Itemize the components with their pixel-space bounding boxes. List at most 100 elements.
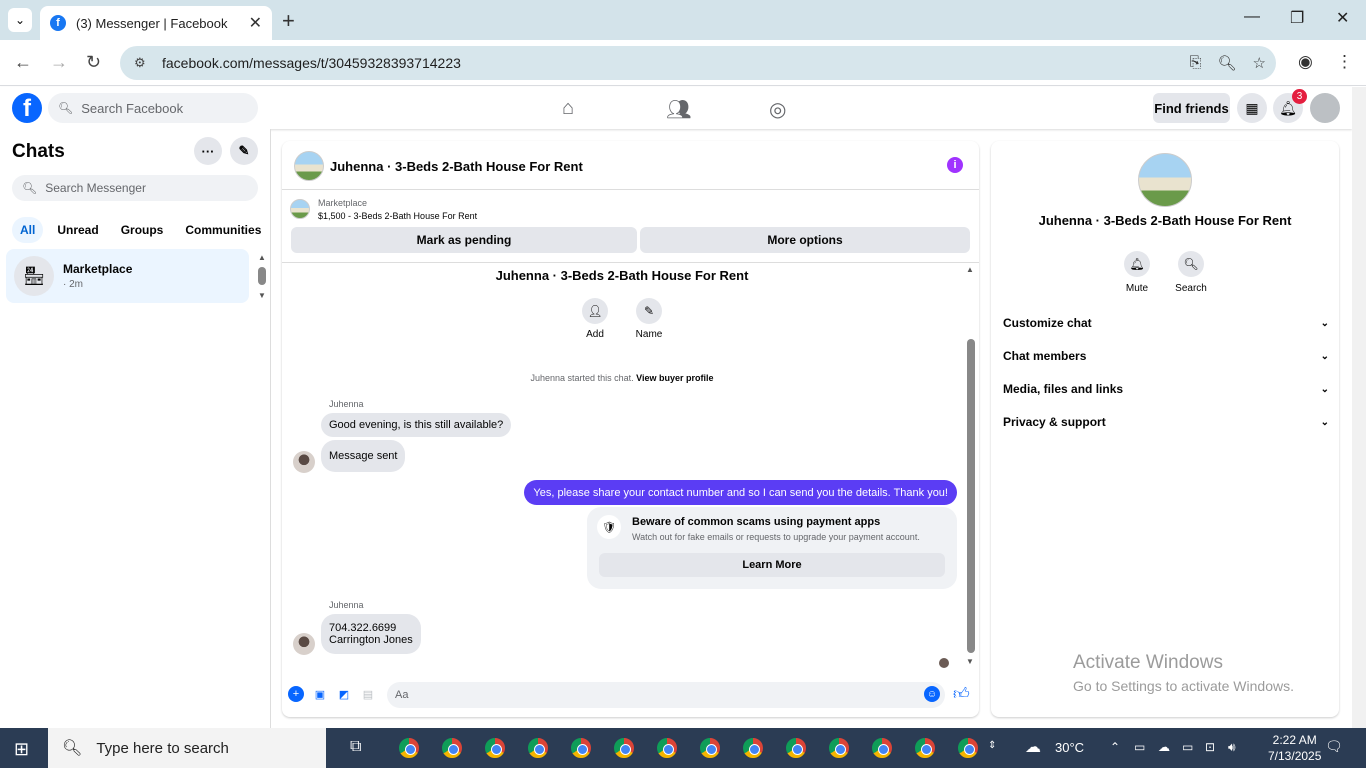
- chrome-taskbar-icon[interactable]: [785, 737, 807, 759]
- chat-title[interactable]: Juhenna · 3-Beds 2-Bath House For Rent: [330, 159, 583, 174]
- find-friends-button[interactable]: Find friends: [1153, 93, 1230, 123]
- close-window-button[interactable]: ✕: [1336, 8, 1349, 28]
- mute-action[interactable]: 🔔︎ Mute: [1112, 251, 1162, 294]
- taskbar-search-input[interactable]: 🔍︎ Type here to search: [48, 728, 326, 768]
- more-options-button[interactable]: More options: [640, 227, 970, 253]
- onedrive-icon[interactable]: ☁: [1158, 740, 1170, 754]
- filter-groups[interactable]: Groups: [113, 217, 172, 243]
- listing-description[interactable]: $1,500 - 3-Beds 2-Bath House For Rent: [318, 211, 477, 221]
- volume-icon[interactable]: 🔊︎: [1228, 740, 1236, 755]
- filter-communities[interactable]: Communities: [177, 217, 269, 243]
- incoming-message[interactable]: Good evening, is this still available?: [321, 413, 512, 437]
- browser-menu-icon[interactable]: ⋮: [1336, 52, 1353, 72]
- section-label: Customize chat: [1003, 316, 1092, 330]
- task-view-icon[interactable]: ⧉: [350, 738, 361, 756]
- outgoing-message[interactable]: Yes, please share your contact number an…: [524, 480, 957, 505]
- chrome-taskbar-icon[interactable]: [742, 737, 764, 759]
- temperature[interactable]: 30°C: [1055, 740, 1084, 755]
- new-message-button[interactable]: ✎: [230, 137, 258, 165]
- chrome-taskbar-icon[interactable]: [699, 737, 721, 759]
- windows-start-icon[interactable]: ⊞: [14, 739, 29, 760]
- menu-grid-icon[interactable]: ▦: [1237, 93, 1267, 123]
- friends-icon[interactable]: 👥︎: [666, 97, 691, 122]
- new-tab-button[interactable]: +: [282, 8, 295, 34]
- account-avatar[interactable]: [1310, 93, 1340, 123]
- notification-center-icon[interactable]: 🗨︎: [1325, 738, 1343, 755]
- chat-scrollbar[interactable]: ▲ ▼: [965, 265, 977, 666]
- view-buyer-profile-link[interactable]: View buyer profile: [636, 373, 713, 383]
- chevron-up-icon[interactable]: ⌃: [1110, 740, 1120, 754]
- scam-warning-title: Beware of common scams using payment app…: [632, 516, 881, 528]
- emoji-icon[interactable]: ☺: [924, 686, 940, 702]
- plus-icon[interactable]: +: [288, 686, 304, 702]
- filter-unread[interactable]: Unread: [49, 217, 106, 243]
- chrome-taskbar-icon[interactable]: [398, 737, 420, 759]
- sticker-icon[interactable]: ◩: [336, 686, 352, 702]
- sender-avatar[interactable]: [293, 451, 315, 473]
- learn-more-button[interactable]: Learn More: [599, 553, 945, 577]
- chat-options-button[interactable]: ···: [194, 137, 222, 165]
- facebook-logo[interactable]: f: [12, 93, 42, 123]
- page-scrollbar[interactable]: [1352, 87, 1366, 728]
- meet-icon[interactable]: ▭: [1134, 740, 1145, 754]
- site-info-icon[interactable]: ⚙: [134, 55, 150, 71]
- chrome-taskbar-icon[interactable]: [914, 737, 936, 759]
- scam-warning-card: 🛡︎ Beware of common scams using payment …: [587, 507, 957, 589]
- back-button[interactable]: ←: [14, 52, 32, 73]
- listing-avatar[interactable]: [294, 151, 324, 181]
- sender-avatar[interactable]: [293, 633, 315, 655]
- taskbar-scroll-icon[interactable]: ⇕: [988, 740, 996, 751]
- chrome-taskbar-icon[interactable]: [957, 737, 979, 759]
- close-tab-icon[interactable]: ✕: [249, 13, 262, 33]
- browser-tab[interactable]: f (3) Messenger | Facebook ✕: [40, 6, 272, 40]
- bookmark-star-icon[interactable]: ☆: [1253, 54, 1266, 72]
- chrome-taskbar-icon[interactable]: [656, 737, 678, 759]
- tab-search-button[interactable]: ⌄: [8, 8, 32, 32]
- chrome-taskbar-icon[interactable]: [441, 737, 463, 759]
- chrome-taskbar-icon[interactable]: [527, 737, 549, 759]
- incoming-message[interactable]: Message sent: [321, 440, 406, 472]
- weather-icon[interactable]: ☁: [1025, 737, 1041, 757]
- add-people-action[interactable]: 👤︎ Add: [565, 298, 625, 340]
- messenger-search-input[interactable]: 🔍︎ Search Messenger: [12, 175, 258, 201]
- battery-icon[interactable]: ▭: [1182, 740, 1193, 754]
- section-privacy-support[interactable]: Privacy & support ⌄: [1003, 412, 1329, 432]
- install-app-icon[interactable]: ⎘: [1189, 54, 1201, 72]
- minimize-button[interactable]: —: [1244, 8, 1260, 26]
- mark-as-pending-button[interactable]: Mark as pending: [291, 227, 637, 253]
- message-input[interactable]: Aa: [387, 682, 945, 708]
- url-field[interactable]: ⚙ facebook.com/messages/t/30459328393714…: [120, 46, 1276, 80]
- scam-warning-text: Watch out for fake emails or requests to…: [632, 532, 920, 542]
- conversation-item-marketplace[interactable]: 🏪︎ Marketplace · 2m: [6, 249, 249, 303]
- photo-icon[interactable]: ▣: [312, 686, 328, 702]
- taskbar-clock[interactable]: 2:22 AM 7/13/2025: [1268, 732, 1321, 764]
- started-text: Juhenna started this chat.: [530, 373, 634, 383]
- thumbs-up-icon[interactable]: 👍︎: [953, 685, 970, 704]
- filter-all[interactable]: All: [12, 217, 44, 243]
- network-icon[interactable]: ⊡: [1205, 740, 1215, 754]
- chrome-taskbar-icon[interactable]: [570, 737, 592, 759]
- search-action[interactable]: 🔍︎ Search: [1166, 251, 1216, 294]
- listing-photo[interactable]: [1138, 153, 1192, 207]
- gif-icon[interactable]: ▤: [360, 686, 376, 702]
- section-customize-chat[interactable]: Customize chat ⌄: [1003, 313, 1329, 333]
- chrome-taskbar-icon[interactable]: [484, 737, 506, 759]
- info-icon[interactable]: i: [947, 157, 963, 173]
- chrome-taskbar-icon[interactable]: [828, 737, 850, 759]
- sidebar-scrollbar[interactable]: ▲ ▼: [258, 253, 266, 300]
- groups-icon[interactable]: ◎: [769, 97, 786, 122]
- section-media-files-links[interactable]: Media, files and links ⌄: [1003, 379, 1329, 399]
- home-icon[interactable]: ⌂: [562, 97, 574, 120]
- name-chat-action[interactable]: ✎ Name: [619, 298, 679, 340]
- incoming-message[interactable]: 704.322.6699 Carrington Jones: [321, 614, 421, 654]
- reload-button[interactable]: ↻: [86, 52, 101, 73]
- section-chat-members[interactable]: Chat members ⌄: [1003, 346, 1329, 366]
- chrome-taskbar-icon[interactable]: [871, 737, 893, 759]
- zoom-icon[interactable]: 🔍︎: [1218, 54, 1237, 72]
- forward-button[interactable]: →: [50, 52, 68, 73]
- listing-thumbnail[interactable]: [290, 199, 310, 219]
- facebook-search-input[interactable]: 🔍︎ Search Facebook: [48, 93, 258, 123]
- maximize-button[interactable]: ❐: [1290, 8, 1304, 28]
- chrome-taskbar-icon[interactable]: [613, 737, 635, 759]
- browser-profile-icon[interactable]: ◉: [1298, 52, 1313, 72]
